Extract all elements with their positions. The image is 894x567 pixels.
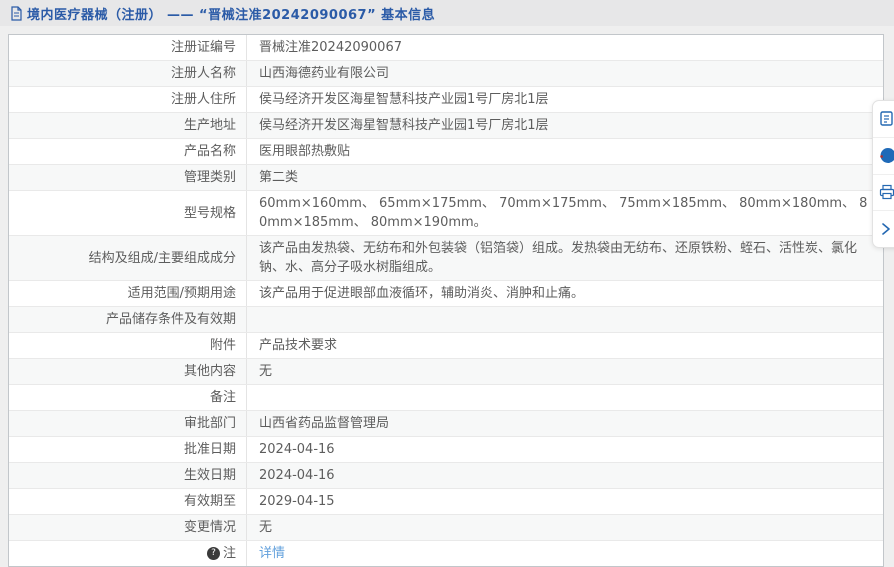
row-value: 2024-04-16 [259, 468, 335, 483]
table-row: 注册人住所 侯马经济开发区海星智慧科技产业园1号厂房北1层 [9, 87, 883, 113]
table-row: 管理类别 第二类 [9, 165, 883, 191]
row-label: 生效日期 [9, 463, 247, 488]
row-label: 生产地址 [9, 113, 247, 138]
table-row: 结构及组成/主要组成成分 该产品由发热袋、无纺布和外包装袋（铝箔袋）组成。发热袋由… [9, 236, 883, 281]
table-row: 其他内容无 [9, 359, 883, 385]
row-value: 侯马经济开发区海星智慧科技产业园1号厂房北1层 [259, 118, 549, 133]
row-label: 产品名称 [9, 139, 247, 164]
row-label: 附件 [9, 333, 247, 358]
chevron-right-icon[interactable] [873, 211, 894, 247]
table-row: 审批部门 山西省药品监督管理局 [9, 411, 883, 437]
row-value: 无 [259, 364, 273, 379]
row-label: 型号规格 [9, 191, 247, 235]
registration-info-table: 注册证编号 晋械注准20242090067 注册人名称 山西海德药业有限公司 注册人… [8, 34, 884, 567]
printer-icon[interactable] [873, 175, 894, 212]
row-value: 晋械注准20242090067 [259, 40, 402, 55]
row-value: 侯马经济开发区海星智慧科技产业园1号厂房北1层 [259, 92, 549, 107]
row-value: 无 [259, 520, 273, 535]
row-label: 适用范围/预期用途 [9, 281, 247, 306]
row-value: 山西海德药业有限公司 [259, 66, 390, 81]
row-label: 注册证编号 [9, 35, 247, 60]
row-value: 医用眼部热敷贴 [259, 144, 351, 159]
table-row: 生效日期 2024-04-16 [9, 463, 883, 489]
file-icon[interactable] [873, 101, 894, 138]
table-row: 产品名称 医用眼部热敷贴 [9, 139, 883, 165]
row-label: 变更情况 [9, 515, 247, 540]
row-label: 有效期至 [9, 489, 247, 514]
row-label: ? 注 [9, 541, 247, 566]
row-value: 产品技术要求 [259, 338, 338, 353]
row-label: 注册人名称 [9, 61, 247, 86]
row-value: 该产品用于促进眼部血液循环，辅助消炎、消肿和止痛。 [259, 286, 585, 301]
row-label: 管理类别 [9, 165, 247, 190]
document-icon [9, 5, 23, 21]
badge-circle-icon[interactable] [873, 138, 894, 175]
row-value: 第二类 [259, 170, 299, 185]
row-label: 注册人住所 [9, 87, 247, 112]
page-title: 境内医疗器械（注册） —— “晋械注准20242090067” 基本信息 [27, 7, 436, 23]
table-row: 批准日期 2024-04-16 [9, 437, 883, 463]
row-value: 山西省药品监督管理局 [259, 416, 390, 431]
row-label: 备注 [9, 385, 247, 410]
row-value [247, 385, 883, 410]
side-toolbar [872, 100, 894, 248]
table-row: 备注 [9, 385, 883, 411]
table-row: 产品储存条件及有效期 [9, 307, 883, 333]
table-row: 附件 产品技术要求 [9, 333, 883, 359]
table-row: 有效期至 2029-04-15 [9, 489, 883, 515]
row-label: 审批部门 [9, 411, 247, 436]
row-label: 其他内容 [9, 359, 247, 384]
row-label: 批准日期 [9, 437, 247, 462]
table-row: 注册证编号 晋械注准20242090067 [9, 35, 883, 61]
row-value: 该产品由发热袋、无纺布和外包装袋（铝箔袋）组成。发热袋由无纺布、还原铁粉、蛭石、… [259, 241, 858, 275]
row-value: 详情 [247, 541, 883, 566]
table-row: 型号规格 60mm×160mm、 65mm×175mm、 70mm×175mm、 … [9, 191, 883, 236]
table-row: 变更情况无 [9, 515, 883, 541]
row-value: 2029-04-15 [259, 494, 335, 509]
table-row: 适用范围/预期用途 该产品用于促进眼部血液循环，辅助消炎、消肿和止痛。 [9, 281, 883, 307]
row-value: 60mm×160mm、 65mm×175mm、 70mm×175mm、 75mm… [259, 196, 868, 230]
table-row: 注册人名称 山西海德药业有限公司 [9, 61, 883, 87]
page-header: 境内医疗器械（注册） —— “晋械注准20242090067” 基本信息 [0, 0, 894, 26]
note-label: 注 [222, 546, 236, 561]
row-label: 结构及组成/主要组成成分 [9, 236, 247, 280]
table-row-note: ? 注 详情 [9, 541, 883, 566]
row-value [247, 307, 883, 332]
note-badge-icon: ? [206, 547, 220, 560]
table-row: 生产地址 侯马经济开发区海星智慧科技产业园1号厂房北1层 [9, 113, 883, 139]
detail-link[interactable]: 详情 [259, 544, 285, 563]
row-label: 产品储存条件及有效期 [9, 307, 247, 332]
row-value: 2024-04-16 [259, 442, 335, 457]
